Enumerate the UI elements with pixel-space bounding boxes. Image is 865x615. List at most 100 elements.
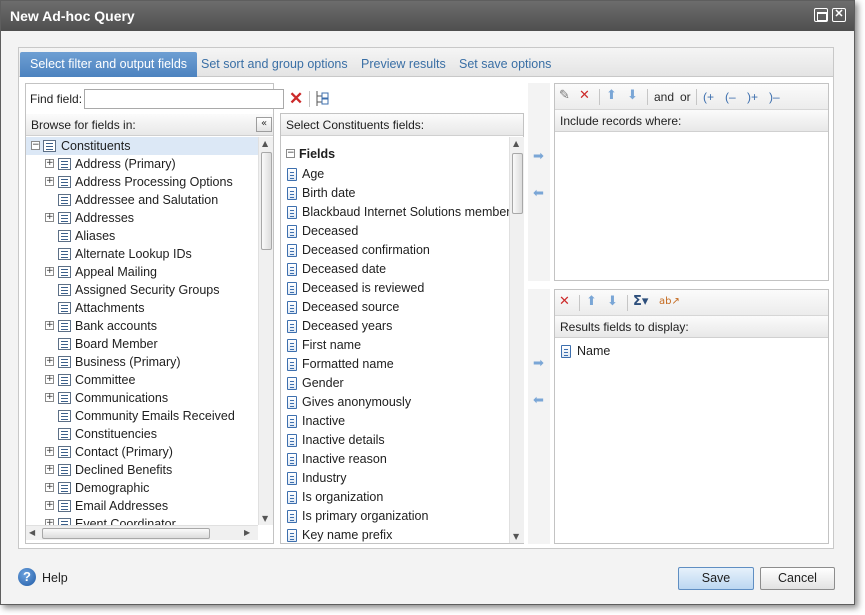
field-item-label: Birth date [302,186,356,200]
expand-icon[interactable]: + [45,159,54,168]
h-scroll-thumb[interactable] [42,528,210,539]
field-item-label: Inactive reason [302,452,387,466]
filter-toolbar: ✎ ✕ ⬆ ⬇ and or (+ (– )+ )– [555,84,828,110]
scroll-right-icon[interactable]: ▶ [244,528,250,537]
remove-output-arrow-icon[interactable]: ⬅ [533,393,544,408]
field-item-label: Deceased [302,224,359,238]
expand-icon[interactable]: + [45,375,54,384]
scroll-down-icon[interactable]: ▼ [262,514,268,523]
tab-select-filter-output[interactable]: Select filter and output fields [20,52,198,77]
scroll-left-icon[interactable]: ◀ [29,528,35,537]
field-icon [287,491,297,504]
help-link[interactable]: Help [42,571,68,585]
expand-icon[interactable]: + [45,267,54,276]
filter-header-label: Include records where: [560,114,682,128]
scroll-thumb[interactable] [261,152,272,250]
collapse-icon[interactable]: − [31,141,40,150]
move-down-icon[interactable]: ⬇ [607,295,618,309]
add-close-paren-button[interactable]: )+ [747,90,758,104]
tree-view-icon[interactable] [315,90,329,108]
add-output-arrow-icon[interactable]: ➡ [533,356,544,371]
field-item-label: Deceased source [302,300,400,314]
expand-icon[interactable]: + [45,213,54,222]
tree-item-label: Business (Primary) [75,355,181,369]
add-filter-arrow-icon[interactable]: ➡ [533,149,544,164]
expand-icon[interactable]: + [45,501,54,510]
record-type-icon [58,302,71,314]
browse-header: Browse for fields in: [26,114,273,136]
field-icon [287,263,297,276]
collapse-icon[interactable]: − [286,149,295,158]
fields-header-label: Select Constituents fields: [286,118,425,132]
field-icon [287,396,297,409]
or-button[interactable]: or [680,90,691,104]
maximize-icon[interactable] [814,8,828,22]
help-icon[interactable]: ? [18,568,36,586]
scroll-thumb[interactable] [512,153,523,214]
expand-icon[interactable]: + [45,177,54,186]
scroll-down-icon[interactable]: ▼ [513,532,519,541]
browse-vertical-scrollbar[interactable]: ▲ ▼ [258,137,273,525]
toolbar-separator [627,295,628,311]
scroll-up-icon[interactable]: ▲ [513,139,519,148]
field-icon [287,529,297,542]
field-icon [287,377,297,390]
record-type-icon [58,428,71,440]
scroll-up-icon[interactable]: ▲ [262,139,268,148]
find-field-input[interactable] [84,89,284,109]
expand-icon[interactable]: + [45,393,54,402]
cancel-button[interactable]: Cancel [760,567,835,590]
record-type-icon [58,410,71,422]
field-item-label: Industry [302,471,347,485]
tree-item-label: Aliases [75,229,116,243]
rename-abc-icon[interactable]: ab↗ [659,295,680,309]
expand-icon[interactable]: + [45,465,54,474]
field-icon [287,434,297,447]
field-item-label: Deceased confirmation [302,243,430,257]
tree-item-label: Constituencies [75,427,157,441]
record-type-icon [58,392,71,404]
delete-filter-icon[interactable]: ✕ [579,89,590,103]
clear-find-icon[interactable]: ✕ [289,90,303,107]
filter-criteria-area[interactable] [555,133,828,280]
close-icon[interactable]: ✕ [832,8,846,22]
field-item-label: Gives anonymously [302,395,412,409]
expand-icon[interactable]: + [45,321,54,330]
tree-item-label: Committee [75,373,136,387]
expand-icon[interactable]: + [45,447,54,456]
expand-icon[interactable]: + [45,483,54,492]
and-button[interactable]: and [654,90,674,104]
tree-root-constituents[interactable]: − Constituents [26,137,258,155]
fields-vertical-scrollbar[interactable]: ▲ ▼ [509,137,524,543]
tab-strip: Select filter and output fields Set sort… [19,48,833,77]
move-up-icon[interactable]: ⬆ [586,295,597,309]
browse-horizontal-scrollbar[interactable]: ◀ ▶ [26,525,258,540]
fields-group-label: Fields [299,147,336,161]
field-icon [561,345,571,358]
expand-icon[interactable]: + [45,357,54,366]
remove-close-paren-button[interactable]: )– [769,90,780,104]
fields-list: − Fields Age Birth date Blackbaud Internet… [281,137,509,543]
edit-filter-icon[interactable]: ✎ [559,89,570,103]
record-type-icon [58,482,71,494]
tree-item-label: Alternate Lookup IDs [75,247,192,261]
save-button[interactable]: Save [678,567,754,590]
summary-sigma-icon[interactable]: Σ▾ [633,295,648,309]
tab-sort-group[interactable]: Set sort and group options [191,52,358,77]
record-type-icon [58,464,71,476]
toolbar-separator [599,89,600,105]
remove-open-paren-button[interactable]: (– [725,90,736,104]
record-type-icon [58,284,71,296]
add-open-paren-button[interactable]: (+ [703,90,714,104]
tree-item-label: Address (Primary) [75,157,176,171]
delete-output-icon[interactable]: ✕ [559,295,570,309]
record-type-icon [58,518,71,525]
filter-transfer-buttons: ➡ ⬅ [528,83,550,281]
collapse-panel-button[interactable]: « [256,117,272,132]
move-up-icon[interactable]: ⬆ [606,89,617,103]
remove-filter-arrow-icon[interactable]: ⬅ [533,186,544,201]
move-down-icon[interactable]: ⬇ [627,89,638,103]
tab-save-options[interactable]: Set save options [449,52,561,77]
output-toolbar: ✕ ⬆ ⬇ Σ▾ ab↗ [555,290,828,316]
tab-preview-results[interactable]: Preview results [351,52,456,77]
